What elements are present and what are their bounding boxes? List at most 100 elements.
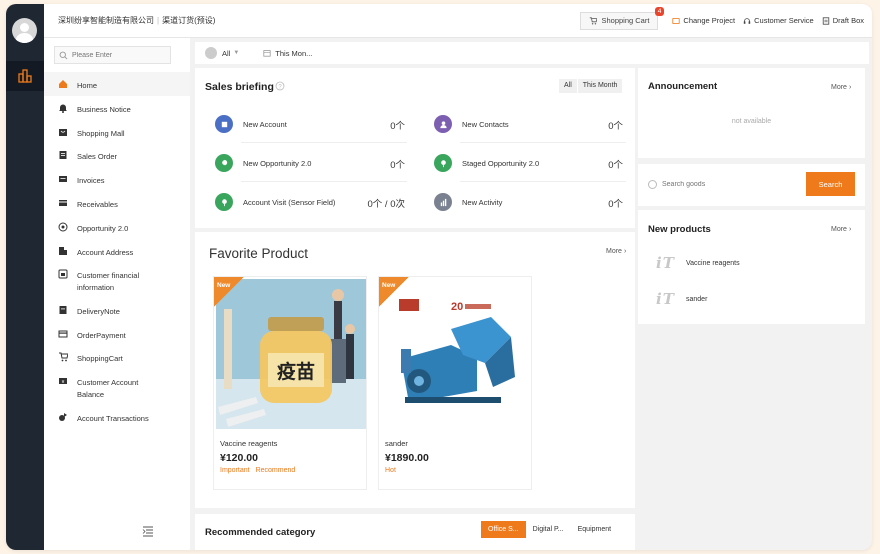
new-tag: New xyxy=(379,277,409,307)
briefing-item-label: New Opportunity 2.0 xyxy=(243,158,312,168)
period-filter[interactable]: This Mon... xyxy=(263,49,312,58)
new-products-more-label: More xyxy=(831,226,847,233)
user-avatar[interactable] xyxy=(12,18,37,43)
tab-office-supplies[interactable]: Office S... xyxy=(481,521,526,538)
tab-all[interactable]: All xyxy=(558,79,577,93)
collapse-menu-icon[interactable] xyxy=(142,525,154,537)
chevron-right-icon: › xyxy=(848,84,852,91)
label-hot: Hot xyxy=(385,467,396,474)
briefing-item[interactable]: New Opportunity 2.0 xyxy=(215,153,311,173)
search-scope-radio[interactable] xyxy=(648,180,657,189)
sidebar-item-home[interactable]: Home xyxy=(44,72,190,96)
owner-avatar xyxy=(205,47,217,59)
search-icon xyxy=(59,51,68,59)
menu-search-box xyxy=(54,46,171,64)
sidebar-item-label: Opportunity 2.0 xyxy=(77,223,129,233)
home-icon xyxy=(59,80,67,88)
menu-search-input[interactable] xyxy=(72,51,167,59)
cart-icon xyxy=(59,352,68,362)
new-product-name: Vaccine reagents xyxy=(686,259,740,267)
sidebar-item-customer-financial-information[interactable]: Customer financial information xyxy=(44,262,190,298)
tab-this-month[interactable]: This Month xyxy=(576,79,623,93)
sidebar-item-invoices[interactable]: Invoices xyxy=(44,167,190,191)
change-project-label: Change Project xyxy=(683,16,736,25)
sidebar-item-shoppingcart[interactable]: ShoppingCart xyxy=(44,345,190,369)
sales-briefing-title: Sales briefing xyxy=(205,81,274,93)
product-price: ¥120.00 xyxy=(220,452,258,464)
product-card-vaccine[interactable]: 疫苗 New Vaccine reagents ¥120.00 Importan… xyxy=(213,276,367,490)
draft-box-label: Draft Box xyxy=(832,16,864,25)
sidebar-item-shopping-mall[interactable]: Shopping Mall xyxy=(44,120,190,144)
sidebar-item-orderpayment[interactable]: OrderPayment xyxy=(44,322,190,346)
announcement-more-link[interactable]: More › xyxy=(831,84,851,91)
contact-icon xyxy=(434,115,452,133)
rail-dashboard-item[interactable] xyxy=(6,61,44,91)
sidebar-item-label: ShoppingCart xyxy=(77,354,123,364)
briefing-item-value: 0个 xyxy=(608,199,623,210)
briefing-item[interactable]: Account Visit (Sensor Field) xyxy=(215,192,335,212)
filter-bar: All ▼ This Mon... xyxy=(195,42,869,64)
briefing-item[interactable]: New Activity xyxy=(434,192,502,212)
sidebar-menu: Home Business Notice Shopping Mall Sales Or… xyxy=(44,38,190,550)
product-name: Vaccine reagents xyxy=(220,439,278,448)
briefing-item[interactable]: New Contacts xyxy=(434,114,509,134)
product-logo-icon: iT xyxy=(656,290,675,308)
briefing-item-value: 0个 xyxy=(390,160,405,171)
building-chart-icon xyxy=(18,69,32,83)
sidebar-item-receivables[interactable]: Receivables xyxy=(44,191,190,215)
product-labels: Hot xyxy=(385,467,396,474)
sidebar-item-deliverynote[interactable]: DeliveryNote xyxy=(44,298,190,322)
switch-icon xyxy=(672,17,681,24)
briefing-item-label: Account Visit (Sensor Field) xyxy=(243,197,336,207)
building-icon xyxy=(59,246,67,255)
calendar-icon xyxy=(263,50,271,57)
balance-icon: ¥ xyxy=(59,378,67,385)
sidebar-item-label: Shopping Mall xyxy=(77,128,125,138)
tab-equipment[interactable]: Equipment xyxy=(571,521,618,538)
visit-icon xyxy=(215,193,233,211)
search-button[interactable]: Search xyxy=(806,172,855,196)
recommended-category-title: Recommended category xyxy=(205,527,316,538)
briefing-item-value: 0个 xyxy=(390,121,405,132)
announcement-more-label: More xyxy=(831,84,847,91)
customer-service-link[interactable]: Customer Service xyxy=(743,16,814,25)
new-tag-label: New xyxy=(382,282,396,289)
vaccine-label-text: 疫苗 xyxy=(277,360,315,383)
briefing-item[interactable]: Staged Opportunity 2.0 xyxy=(434,153,539,173)
receivables-icon xyxy=(59,199,67,206)
sidebar-item-account-transactions[interactable]: Account Transactions xyxy=(44,405,190,429)
info-icon[interactable]: ? xyxy=(275,81,285,91)
new-product-item[interactable]: iT Vaccine reagents xyxy=(656,254,740,272)
target-icon xyxy=(58,222,68,232)
briefing-item[interactable]: New Account xyxy=(215,114,287,134)
sidebar-item-account-address[interactable]: Account Address xyxy=(44,239,190,263)
company-switcher[interactable]: 深圳纷享智能制造有限公司 | 渠道订货(预设) xyxy=(58,15,215,26)
new-tag-label: New xyxy=(217,282,231,289)
customer-service-label: Customer Service xyxy=(754,16,814,25)
favorite-product-card: Favorite Product More › 疫苗 New Vaccine r… xyxy=(195,232,635,508)
owner-filter-dropdown[interactable]: All ▼ xyxy=(222,49,239,58)
sidebar-item-opportunity-2-0[interactable]: Opportunity 2.0 xyxy=(44,215,190,239)
product-price: ¥1890.00 xyxy=(385,452,429,464)
draft-icon xyxy=(822,16,829,25)
announcement-empty-text: not available xyxy=(731,118,772,125)
chevron-down-icon: ▼ xyxy=(233,50,240,56)
change-project-link[interactable]: Change Project xyxy=(672,16,735,25)
sidebar-item-business-notice[interactable]: Business Notice xyxy=(44,96,190,120)
draft-box-link[interactable]: Draft Box xyxy=(822,16,864,25)
sidebar-item-label: Receivables xyxy=(77,199,118,209)
shopping-cart-button[interactable]: Shopping Cart 4 xyxy=(580,6,665,30)
briefing-item-value: 0个 xyxy=(608,121,623,132)
product-card-sander[interactable]: 20 New sander ¥1890.00 Hot xyxy=(378,276,532,490)
sidebar-item-label: Sales Order xyxy=(77,152,118,162)
account-icon xyxy=(215,115,233,133)
favorite-more-link[interactable]: More › xyxy=(606,248,626,255)
tab-digital-products[interactable]: Digital P... xyxy=(526,521,571,538)
sidebar-item-sales-order[interactable]: Sales Order xyxy=(44,143,190,167)
label-recommend: Recommend xyxy=(255,467,296,474)
headset-icon xyxy=(743,17,751,24)
sidebar-item-customer-account-balance[interactable]: ¥ Customer Account Balance xyxy=(44,369,190,405)
search-goods-input[interactable] xyxy=(662,177,792,192)
new-products-more-link[interactable]: More › xyxy=(831,226,851,233)
new-product-item[interactable]: iT sander xyxy=(656,290,707,308)
